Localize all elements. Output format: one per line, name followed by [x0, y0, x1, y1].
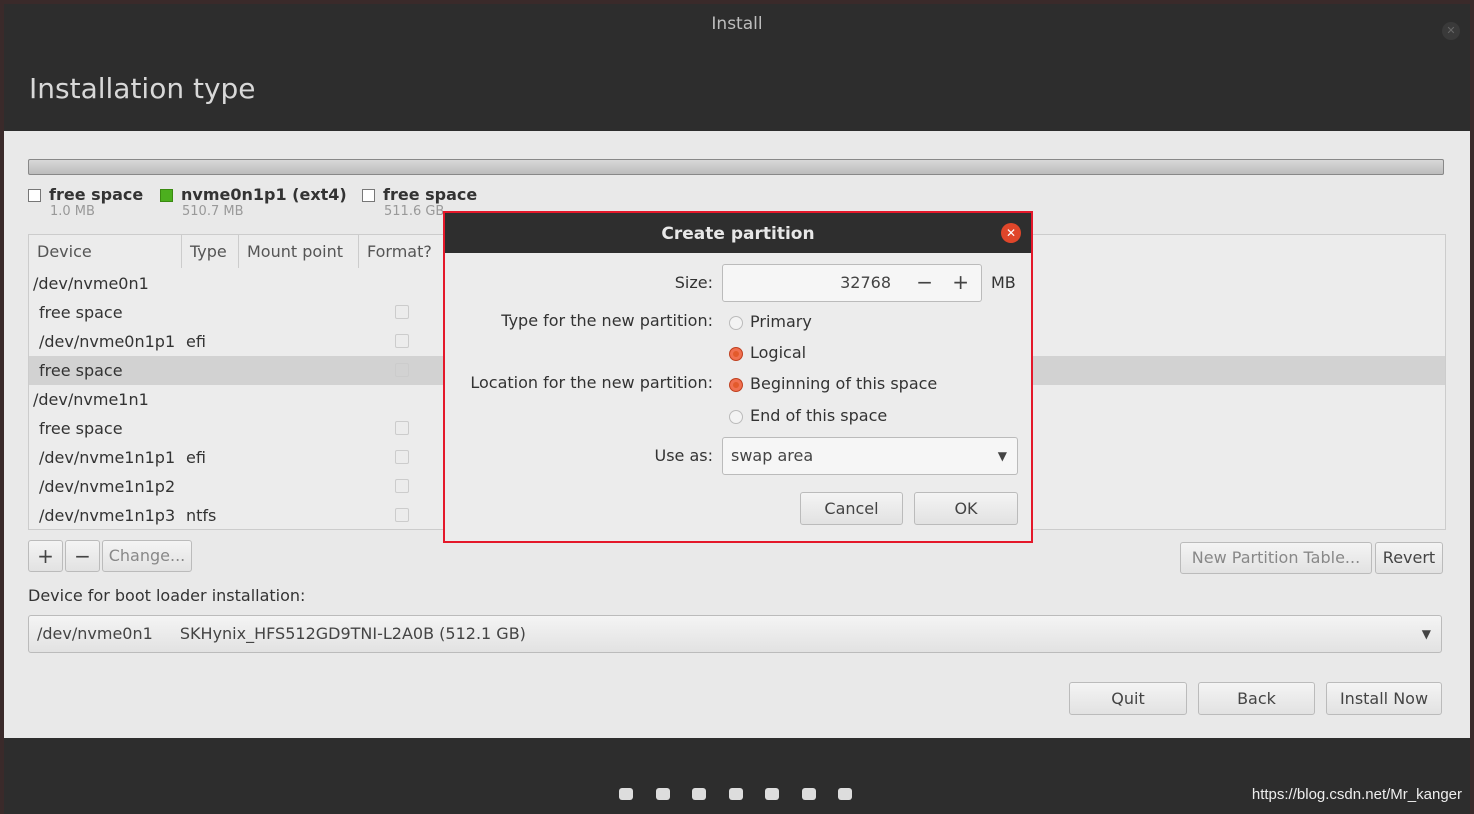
- radio-logical[interactable]: [729, 347, 743, 361]
- add-partition-button[interactable]: +: [28, 540, 63, 572]
- format-checkbox[interactable]: [395, 508, 409, 522]
- size-input[interactable]: 32768: [840, 273, 891, 292]
- step-dot: [801, 788, 816, 800]
- use-as-label: Use as:: [654, 446, 713, 465]
- legend-label: free space: [383, 185, 478, 204]
- device-name: free space: [39, 419, 123, 438]
- format-checkbox[interactable]: [395, 334, 409, 348]
- step-dot: [655, 788, 670, 800]
- device-name: free space: [39, 303, 123, 322]
- quit-button[interactable]: Quit: [1069, 682, 1187, 715]
- legend-label: free space: [49, 185, 144, 204]
- cancel-button[interactable]: Cancel: [800, 492, 903, 525]
- device-name: /dev/nvme1n1p2: [39, 477, 176, 496]
- device-name: /dev/nvme1n1: [33, 390, 149, 409]
- close-window-button[interactable]: ✕: [1442, 22, 1460, 40]
- window-title: Install: [711, 14, 763, 34]
- radio-end[interactable]: [729, 410, 743, 424]
- size-label: Size:: [674, 273, 713, 292]
- step-dot: [619, 788, 633, 800]
- radio-beginning[interactable]: [729, 378, 743, 392]
- increase-size-button[interactable]: +: [952, 270, 969, 294]
- legend-item: nvme0n1p1 (ext4) 510.7 MB: [160, 185, 347, 219]
- legend-size: 510.7 MB: [182, 204, 244, 219]
- size-unit: MB: [991, 273, 1016, 292]
- device-name: /dev/nvme0n1p1: [39, 332, 176, 351]
- step-dot: [728, 788, 743, 800]
- radio-beginning-label[interactable]: Beginning of this space: [750, 374, 937, 393]
- location-label: Location for the new partition:: [470, 373, 713, 392]
- ok-button[interactable]: OK: [914, 492, 1018, 525]
- bootloader-device: /dev/nvme0n1: [37, 624, 153, 643]
- step-dot: [765, 788, 779, 800]
- chevron-down-icon: ▼: [1421, 627, 1431, 641]
- create-partition-dialog: Create partition ✕ Size: 32768 − + MB Ty…: [443, 211, 1033, 543]
- radio-primary[interactable]: [729, 316, 743, 330]
- bootloader-label: Device for boot loader installation:: [28, 586, 306, 605]
- step-dot: [692, 788, 706, 800]
- bootloader-device-select[interactable]: /dev/nvme0n1 SKHynix_HFS512GD9TNI-L2A0B …: [28, 615, 1442, 653]
- legend-swatch: [160, 189, 173, 202]
- partition-type: efi: [186, 332, 206, 351]
- partition-type: ntfs: [186, 506, 217, 525]
- close-dialog-button[interactable]: ✕: [1001, 223, 1021, 243]
- format-checkbox[interactable]: [395, 421, 409, 435]
- watermark: https://blog.csdn.net/Mr_kanger: [1251, 786, 1462, 803]
- legend-label: nvme0n1p1 (ext4): [181, 185, 347, 204]
- dialog-title: Create partition: [445, 213, 1031, 253]
- decrease-size-button[interactable]: −: [916, 270, 933, 294]
- back-button[interactable]: Back: [1198, 682, 1315, 715]
- page-title: Installation type: [29, 72, 256, 105]
- size-spinbox[interactable]: 32768 − +: [722, 264, 982, 302]
- revert-button[interactable]: Revert: [1375, 542, 1443, 574]
- legend-swatch: [362, 189, 375, 202]
- column-header-format[interactable]: Format?: [359, 235, 449, 268]
- column-header-mount[interactable]: Mount point: [239, 235, 359, 268]
- legend-size: 1.0 MB: [50, 204, 95, 219]
- install-now-button[interactable]: Install Now: [1326, 682, 1442, 715]
- radio-logical-label[interactable]: Logical: [750, 343, 806, 362]
- format-checkbox[interactable]: [395, 450, 409, 464]
- chevron-down-icon: ▼: [997, 449, 1007, 463]
- radio-end-label[interactable]: End of this space: [750, 406, 887, 425]
- type-label: Type for the new partition:: [501, 311, 713, 330]
- remove-partition-button[interactable]: −: [65, 540, 100, 572]
- device-name: /dev/nvme0n1: [33, 274, 149, 293]
- partition-bar: [28, 159, 1444, 175]
- column-header-type[interactable]: Type: [182, 235, 239, 268]
- partition-type: efi: [186, 448, 206, 467]
- column-header-device[interactable]: Device: [29, 235, 182, 268]
- bootloader-model: SKHynix_HFS512GD9TNI-L2A0B (512.1 GB): [179, 624, 526, 643]
- format-checkbox[interactable]: [395, 479, 409, 493]
- use-as-select[interactable]: swap area ▼: [722, 437, 1018, 475]
- use-as-value: swap area: [731, 446, 814, 465]
- change-partition-button[interactable]: Change...: [102, 540, 192, 572]
- device-name: /dev/nvme1n1p3: [39, 506, 176, 525]
- device-name: free space: [39, 361, 123, 380]
- device-name: /dev/nvme1n1p1: [39, 448, 176, 467]
- radio-primary-label[interactable]: Primary: [750, 312, 812, 331]
- format-checkbox[interactable]: [395, 305, 409, 319]
- new-partition-table-button[interactable]: New Partition Table...: [1180, 542, 1372, 574]
- legend-swatch: [28, 189, 41, 202]
- format-checkbox[interactable]: [395, 363, 409, 377]
- step-dot: [838, 788, 852, 800]
- legend-item: free space 1.0 MB: [28, 185, 143, 219]
